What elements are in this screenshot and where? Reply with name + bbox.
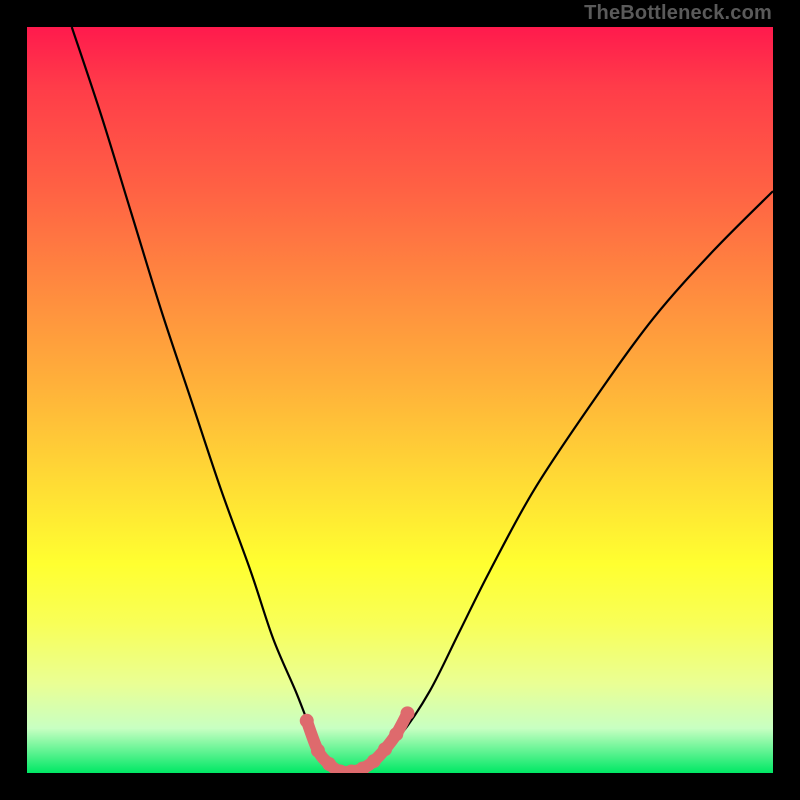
chart-frame: TheBottleneck.com bbox=[0, 0, 800, 800]
sweet-spot-dot bbox=[311, 744, 325, 758]
sweet-spot-dot bbox=[300, 714, 314, 728]
bottleneck-curve bbox=[72, 27, 773, 773]
sweet-spot-line bbox=[307, 713, 408, 772]
sweet-spot-markers bbox=[300, 706, 415, 773]
sweet-spot-dot bbox=[367, 754, 381, 768]
curve-layer bbox=[27, 27, 773, 773]
sweet-spot-dot bbox=[389, 727, 403, 741]
watermark-text: TheBottleneck.com bbox=[584, 2, 772, 25]
plot-area bbox=[27, 27, 773, 773]
sweet-spot-dot bbox=[400, 706, 414, 720]
sweet-spot-dot bbox=[378, 742, 392, 756]
